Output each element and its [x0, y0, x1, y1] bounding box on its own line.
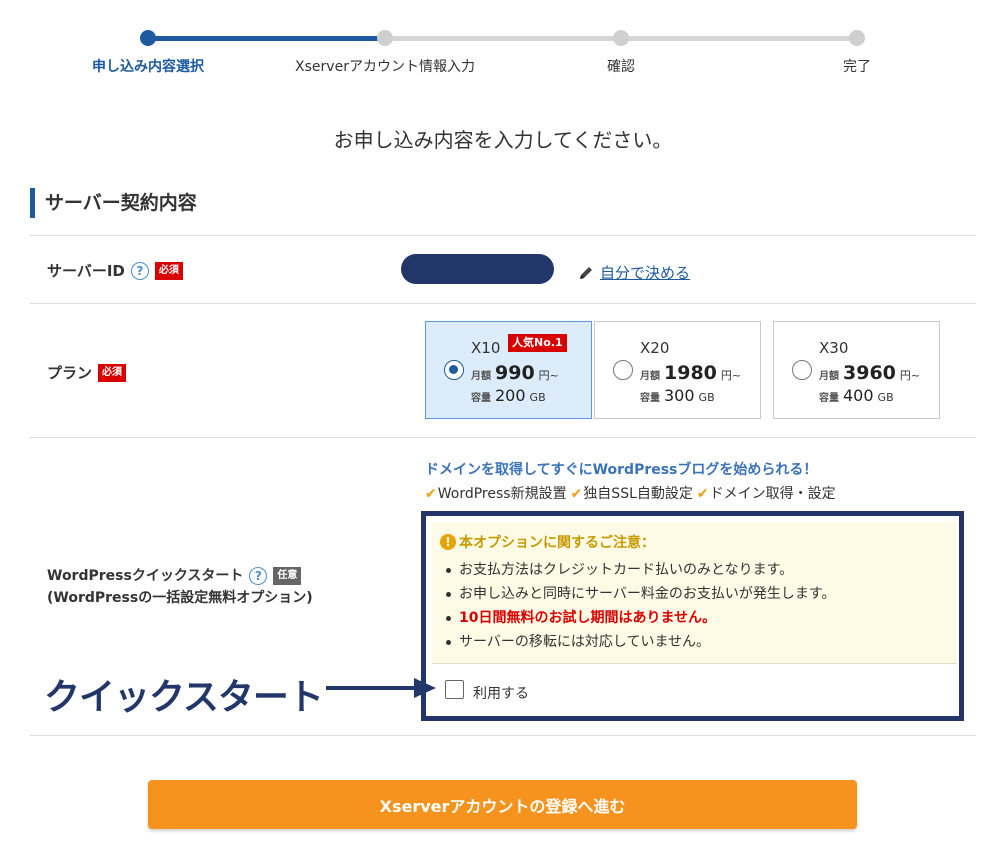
capacity-prefix: 容量: [819, 393, 839, 404]
notice-title-group: ! 本オプションに関するご注意：: [440, 532, 655, 552]
pencil-icon: [580, 266, 592, 279]
feature-text: ドメイン取得・設定: [709, 486, 836, 502]
server-id-label-group: サーバーID ? 必須: [47, 260, 183, 281]
wordpress-headline: ドメインを取得してすぐにWordPressブログを始められる！: [425, 462, 818, 478]
plan-price: 1980: [664, 362, 717, 384]
plan-name: X10: [471, 339, 501, 357]
check-icon: ✔: [696, 486, 709, 502]
notice-item: お申し込みと同時にサーバー料金のお支払いが発生します。: [446, 582, 835, 606]
server-id-value-redacted: [401, 254, 554, 284]
step-label-confirm: 確認: [607, 59, 635, 75]
price-unit: 円~: [899, 369, 921, 382]
notice-item: お支払方法はクレジットカード払いのみとなります。: [446, 558, 835, 582]
self-decide-link[interactable]: 自分で決める: [578, 262, 690, 283]
plan-card-x30[interactable]: X30 月額 3960 円~ 容量 400 GB: [773, 321, 940, 419]
price-unit: 円~: [720, 369, 742, 382]
step-label-account: Xserverアカウント情報入力: [295, 59, 475, 75]
plan-capacity-row: 容量 200 GB: [471, 386, 546, 405]
feature-item: ✔独自SSL自動設定: [571, 483, 693, 503]
capacity-unit: GB: [877, 391, 894, 404]
plan-capacity-row: 容量 300 GB: [640, 386, 715, 405]
plan-radio-x30[interactable]: [792, 360, 812, 380]
step-dot-3: [613, 30, 629, 46]
plan-price-row: 月額 1980 円~: [640, 362, 741, 384]
warning-icon: !: [440, 534, 456, 550]
notice-panel: ! 本オプションに関するご注意： お支払方法はクレジットカード払いのみとなります…: [432, 522, 957, 664]
step-label-complete: 完了: [843, 59, 871, 75]
wordpress-sublabel: (WordPressの一括設定無料オプション): [47, 590, 313, 606]
capacity-prefix: 容量: [471, 393, 491, 404]
progress-stepper: 申し込み内容選択 Xserverアカウント情報入力 確認 完了: [0, 0, 1006, 90]
divider: [30, 735, 976, 736]
step-line-1: [148, 36, 385, 41]
use-quickstart-label[interactable]: 利用する: [473, 683, 529, 703]
divider: [30, 235, 976, 236]
annotation-text: クイックスタート: [44, 677, 324, 718]
step-dot-4: [849, 30, 865, 46]
feature-item: ✔ドメイン取得・設定: [697, 483, 836, 503]
feature-text: 独自SSL自動設定: [583, 486, 693, 502]
price-prefix: 月額: [819, 371, 839, 382]
plan-price: 3960: [843, 362, 896, 384]
plan-price: 990: [495, 362, 535, 384]
wordpress-label-line1-group: WordPressクイックスタート ? 任意: [47, 565, 313, 587]
wordpress-label-group: WordPressクイックスタート ? 任意 (WordPressの一括設定無料…: [47, 565, 313, 609]
section-title: サーバー契約内容: [30, 188, 197, 218]
plan-capacity-row: 容量 400 GB: [819, 386, 894, 405]
step-label-select: 申し込み内容選択: [92, 59, 204, 75]
capacity-unit: GB: [698, 391, 715, 404]
notice-item: サーバーの移転には対応していません。: [446, 630, 835, 654]
price-prefix: 月額: [471, 371, 491, 382]
required-badge: 必須: [154, 261, 183, 280]
notice-item-warning: 10日間無料のお試し期間はありません。: [446, 606, 835, 630]
help-icon[interactable]: ?: [130, 261, 149, 280]
optional-badge: 任意: [273, 567, 302, 585]
self-decide-link-text[interactable]: 自分で決める: [600, 262, 690, 283]
plan-capacity: 200: [495, 386, 526, 405]
notice-list: お支払方法はクレジットカード払いのみとなります。 お申し込みと同時にサーバー料金…: [446, 558, 835, 654]
step-line-3: [621, 36, 857, 41]
annotation-arrow-icon: [326, 678, 436, 698]
plan-label: プラン: [47, 364, 93, 382]
server-id-label: サーバーID: [47, 262, 125, 280]
intro-text: お申し込み内容を入力してください。: [333, 128, 673, 152]
popular-badge: 人気No.1: [508, 334, 567, 352]
help-icon[interactable]: ?: [249, 567, 268, 585]
plan-card-x10[interactable]: X10 人気No.1 月額 990 円~ 容量 200 GB: [425, 321, 592, 419]
notice-title: 本オプションに関するご注意：: [459, 535, 655, 551]
check-icon: ✔: [425, 486, 437, 502]
plan-price-row: 月額 990 円~: [471, 362, 559, 384]
plan-radio-x10[interactable]: [444, 360, 464, 380]
plan-price-row: 月額 3960 円~: [819, 362, 920, 384]
plan-name: X20: [640, 339, 670, 357]
wordpress-label: WordPressクイックスタート: [47, 568, 244, 584]
price-unit: 円~: [538, 369, 559, 382]
proceed-to-account-registration-button[interactable]: Xserverアカウントの登録へ進む: [148, 780, 857, 829]
capacity-prefix: 容量: [640, 393, 660, 404]
required-badge: 必須: [98, 363, 127, 382]
quickstart-highlight-box: ! 本オプションに関するご注意： お支払方法はクレジットカード払いのみとなります…: [421, 511, 964, 721]
divider: [30, 437, 976, 438]
capacity-unit: GB: [529, 391, 546, 404]
plan-name: X30: [819, 339, 849, 357]
plan-radio-x20[interactable]: [613, 360, 633, 380]
wordpress-features: ✔WordPress新規設置 ✔独自SSL自動設定 ✔ドメイン取得・設定: [425, 483, 836, 503]
step-line-2: [385, 36, 621, 41]
step-dot-2: [377, 30, 393, 46]
price-prefix: 月額: [640, 371, 660, 382]
step-dot-1: [140, 30, 156, 46]
plan-card-x20[interactable]: X20 月額 1980 円~ 容量 300 GB: [594, 321, 761, 419]
check-icon: ✔: [570, 486, 583, 502]
use-quickstart-checkbox[interactable]: [445, 680, 464, 699]
plan-capacity: 400: [843, 386, 874, 405]
feature-text: WordPress新規設置: [437, 486, 567, 502]
divider: [30, 303, 976, 304]
plan-label-group: プラン 必須: [47, 362, 127, 383]
plan-capacity: 300: [664, 386, 695, 405]
feature-item: ✔WordPress新規設置: [425, 483, 567, 503]
